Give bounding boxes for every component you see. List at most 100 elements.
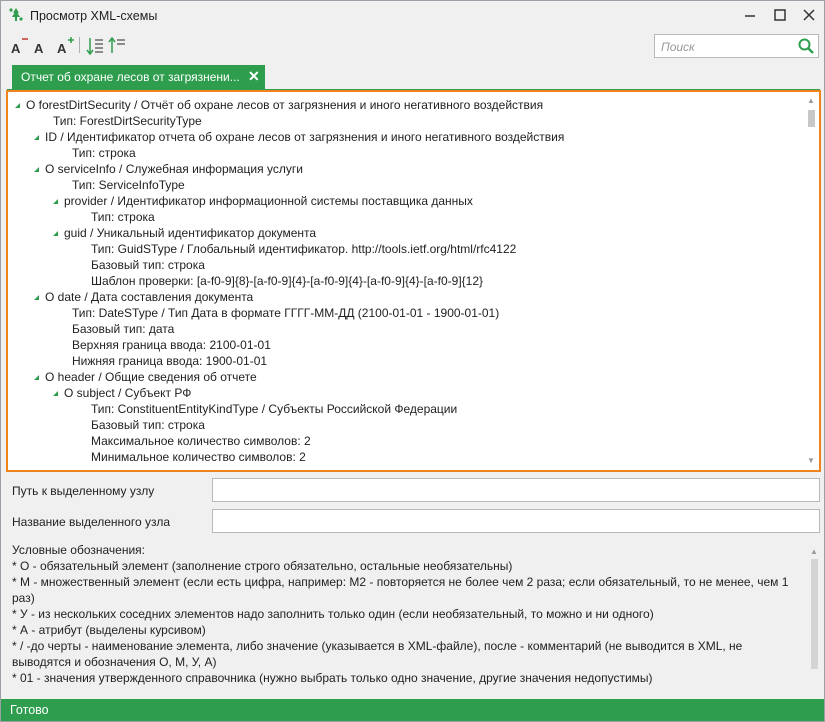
- name-label: Название выделенного узла: [12, 515, 171, 529]
- tree-node[interactable]: Тип: строка: [72, 146, 136, 162]
- tree-node[interactable]: Максимальное количество символов: 2: [91, 434, 311, 450]
- scroll-down-icon[interactable]: ▼: [807, 456, 815, 466]
- tree-node-label: О header / Общие сведения об отчете: [45, 370, 257, 384]
- tab-label: Отчет об охране лесов от загрязнени...: [21, 70, 240, 84]
- tree-node[interactable]: Тип: ServiceInfoType: [72, 178, 185, 194]
- tree-node[interactable]: О subject / Субъект РФ: [53, 386, 191, 402]
- schema-tree[interactable]: О forestDirtSecurity / Отчёт об охране л…: [6, 90, 821, 472]
- legend-line: * 01 - значения утвержденного справочник…: [12, 671, 653, 685]
- legend-line: * У - из нескольких соседних элементов н…: [12, 607, 654, 621]
- tree-node-label: О serviceInfo / Служебная информация усл…: [45, 162, 303, 176]
- name-field[interactable]: [212, 509, 820, 533]
- tree-node[interactable]: Базовый тип: строка: [91, 258, 205, 274]
- app-tree-icon: [9, 8, 23, 21]
- tree-node[interactable]: Тип: строка: [91, 210, 155, 226]
- svg-text:A: A: [57, 41, 67, 56]
- status-text: Готово: [10, 703, 49, 717]
- font-reset-icon: A: [34, 41, 44, 56]
- tree-node-label: Нижняя граница ввода: 1900-01-01: [72, 354, 268, 368]
- expand-all-icon: [86, 38, 103, 56]
- tree-node-label: Шаблон проверки: [a-f0-9]{8}-[a-f0-9]{4}…: [91, 274, 484, 288]
- font-increase-icon: A: [57, 37, 74, 56]
- collapse-all-button[interactable]: [107, 35, 129, 57]
- tree-node[interactable]: Шаблон проверки: [a-f0-9]{8}-[a-f0-9]{4}…: [91, 274, 483, 290]
- tree-node[interactable]: Минимальное количество символов: 2: [91, 450, 306, 466]
- tab-forest-report[interactable]: Отчет об охране лесов от загрязнени... ✕: [12, 65, 265, 89]
- maximize-icon: [774, 9, 786, 21]
- expand-triangle-icon[interactable]: [34, 167, 39, 172]
- expand-all-button[interactable]: [85, 35, 107, 57]
- font-increase-button[interactable]: A: [55, 35, 77, 57]
- tree-node-label: Верхняя граница ввода: 2100-01-01: [72, 338, 271, 352]
- expand-triangle-icon[interactable]: [34, 375, 39, 380]
- tree-node-label: ID / Идентификатор отчета об охране лесо…: [45, 130, 565, 144]
- path-field[interactable]: [212, 478, 820, 502]
- tree-node-label: Базовый тип: строка: [91, 418, 205, 432]
- tree-node-label: Тип: строка: [91, 210, 155, 224]
- tree-node[interactable]: О serviceInfo / Служебная информация усл…: [34, 162, 303, 178]
- tree-node[interactable]: Тип: DateSType / Тип Дата в формате ГГГГ…: [72, 306, 499, 322]
- tree-scrollbar[interactable]: ▲ ▼: [807, 96, 815, 466]
- tree-node[interactable]: Тип: ConstituentEntityKindType / Субъект…: [91, 402, 457, 418]
- tree-node[interactable]: О forestDirtSecurity / Отчёт об охране л…: [15, 98, 543, 114]
- scroll-thumb[interactable]: [808, 110, 815, 127]
- legend-lines: Условные обозначения: * О - обязательный …: [7, 542, 820, 686]
- font-decrease-button[interactable]: A: [9, 35, 31, 57]
- scroll-thumb[interactable]: [811, 559, 818, 669]
- scroll-up-icon[interactable]: ▲: [807, 96, 815, 106]
- expand-triangle-icon[interactable]: [53, 199, 58, 204]
- collapse-all-icon: [108, 36, 125, 53]
- close-icon: [803, 9, 815, 21]
- tree-node-label: Тип: ServiceInfoType: [72, 178, 185, 192]
- tree-node[interactable]: Тип: ForestDirtSecurityType: [53, 114, 202, 130]
- search-box[interactable]: Поиск: [654, 34, 819, 58]
- tree-node-label: О date / Дата составления документа: [45, 290, 254, 304]
- tree-node[interactable]: Верхняя граница ввода: 2100-01-01: [72, 338, 271, 354]
- title-bar: Просмотр XML-схемы: [1, 1, 824, 31]
- tab-close-icon[interactable]: ✕: [248, 68, 260, 85]
- tree-node[interactable]: Тип: GuidSType / Глобальный идентификато…: [91, 242, 516, 258]
- tree-node[interactable]: Базовый тип: строка: [91, 418, 205, 434]
- tree-node[interactable]: Нижняя граница ввода: 1900-01-01: [72, 354, 267, 370]
- maximize-button[interactable]: [768, 5, 792, 27]
- tree-node[interactable]: ID / Идентификатор отчета об охране лесо…: [34, 130, 564, 146]
- tree-node[interactable]: guid / Уникальный идентификатор документ…: [53, 226, 316, 242]
- legend-line: * О - обязательный элемент (заполнение с…: [12, 559, 513, 573]
- search-input[interactable]: Поиск: [661, 40, 695, 54]
- tree-node[interactable]: Базовый тип: дата: [72, 322, 174, 338]
- status-bar: Готово: [1, 699, 824, 721]
- tree-node-label: provider / Идентификатор информационной …: [64, 194, 473, 208]
- svg-text:A: A: [11, 41, 21, 56]
- close-window-button[interactable]: [797, 5, 821, 27]
- scroll-up-icon[interactable]: ▲: [810, 547, 818, 557]
- font-reset-button[interactable]: A: [32, 35, 54, 57]
- tree-node-label: guid / Уникальный идентификатор документ…: [64, 226, 317, 240]
- tree-node-label: Максимальное количество символов: 2: [91, 434, 311, 448]
- expand-triangle-icon[interactable]: [53, 391, 58, 396]
- expand-triangle-icon[interactable]: [34, 295, 39, 300]
- legend-line: * А - атрибут (выделены курсивом): [12, 623, 206, 637]
- expand-triangle-icon[interactable]: [15, 103, 20, 108]
- minimize-icon: [745, 15, 755, 17]
- expand-triangle-icon[interactable]: [53, 231, 58, 236]
- tree-node-label: Базовый тип: дата: [72, 322, 175, 336]
- legend-scrollbar[interactable]: ▲: [810, 547, 818, 693]
- window-title: Просмотр XML-схемы: [30, 9, 158, 23]
- xml-schema-viewer-window: Просмотр XML-схемы A A A Поиск Отчет об …: [0, 0, 825, 722]
- svg-text:A: A: [34, 41, 44, 56]
- tree-node-label: Тип: строка: [72, 146, 136, 160]
- tree-node-label: Тип: DateSType / Тип Дата в формате ГГГГ…: [72, 306, 500, 320]
- legend-line: * М - множественный элемент (если есть ц…: [12, 575, 789, 605]
- tree-node[interactable]: О header / Общие сведения об отчете: [34, 370, 257, 386]
- legend-panel: Условные обозначения: * О - обязательный …: [7, 542, 820, 698]
- search-icon[interactable]: [797, 37, 815, 55]
- toolbar-separator: [79, 37, 80, 53]
- tree-node[interactable]: О date / Дата составления документа: [34, 290, 253, 306]
- minimize-button[interactable]: [738, 5, 762, 27]
- tree-node-label: Базовый тип: строка: [91, 258, 205, 272]
- expand-triangle-icon[interactable]: [34, 135, 39, 140]
- tree-node[interactable]: provider / Идентификатор информационной …: [53, 194, 473, 210]
- font-decrease-icon: A: [11, 38, 28, 56]
- tree-node-label: Минимальное количество символов: 2: [91, 450, 306, 464]
- legend-line: * / -до черты - наименование элемента, л…: [12, 639, 743, 669]
